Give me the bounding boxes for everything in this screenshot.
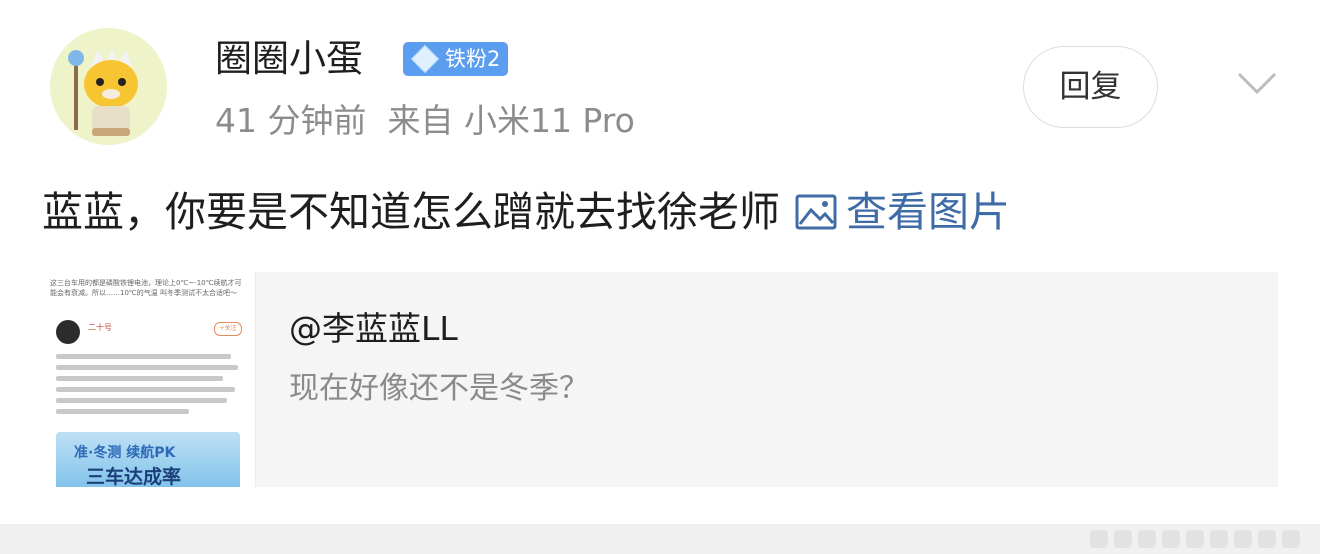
thumb-banner: 准·冬测 续航PK 三车达成率 xyxy=(56,432,240,487)
fan-badge: 铁粉2 xyxy=(403,42,509,76)
thumb-text: 这三台车用的都是磷酸铁锂电池，理论上0℃~-10℃续航才可能会有衰减。所以……1… xyxy=(50,279,242,297)
thumb-poster-name: 二十号 xyxy=(88,323,112,332)
quote-thumbnail[interactable]: 这三台车用的都是磷酸铁锂电池，理论上0℃~-10℃续航才可能会有衰减。所以……1… xyxy=(42,272,256,487)
reply-button[interactable]: 回复 xyxy=(1023,46,1158,128)
quoted-post[interactable]: 这三台车用的都是磷酸铁锂电池，理论上0℃~-10℃续航才可能会有衰减。所以……1… xyxy=(42,272,1278,487)
username[interactable]: 圈圈小蛋 xyxy=(215,34,363,84)
thumb-follow-button: +关注 xyxy=(214,322,242,336)
bottom-bar xyxy=(0,524,1320,554)
post-text: 蓝蓝，你要是不知道怎么蹭就去找徐老师 xyxy=(42,188,780,236)
post-content: 蓝蓝，你要是不知道怎么蹭就去找徐老师 查看图片 xyxy=(42,184,1010,240)
diamond-icon xyxy=(410,44,440,74)
thumb-banner-line1: 准·冬测 续航PK xyxy=(74,445,176,461)
badge-label: 铁粉2 xyxy=(445,47,501,71)
quote-text: 现在好像还不是冬季？ xyxy=(289,371,589,406)
view-image-link[interactable]: 查看图片 xyxy=(794,184,1010,240)
avatar[interactable] xyxy=(50,28,167,145)
quote-username[interactable]: @李蓝蓝LL xyxy=(289,306,458,352)
thumb-banner-line2: 三车达成率 xyxy=(86,466,182,487)
thumb-avatar xyxy=(56,320,80,344)
view-image-label: 查看图片 xyxy=(846,188,1010,236)
bottom-controls xyxy=(1090,528,1310,550)
thumb-body-lines xyxy=(56,354,246,420)
post-meta: 41 分钟前 来自 小米11 Pro xyxy=(215,101,635,140)
image-icon xyxy=(795,194,837,230)
chevron-down-icon[interactable] xyxy=(1235,68,1279,98)
